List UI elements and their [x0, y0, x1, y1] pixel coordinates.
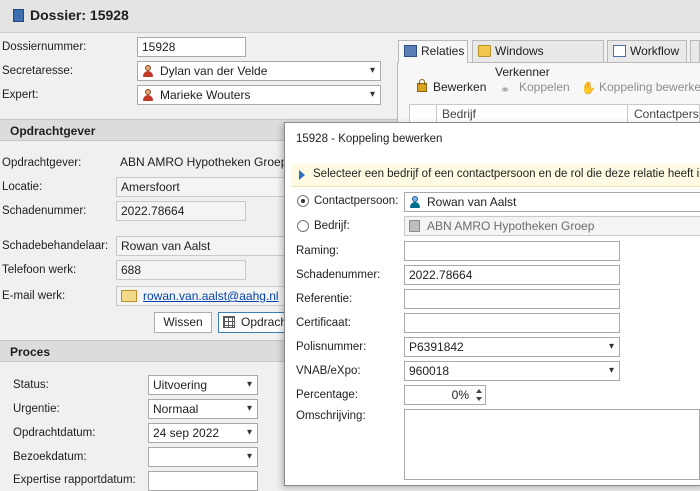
- expert-value: Marieke Wouters: [160, 88, 251, 102]
- contactpersoon-field[interactable]: Rowan van Aalst: [404, 192, 700, 212]
- grid-header: Bedrijf Contactpers: [409, 104, 700, 124]
- schadenummer-label: Schadenummer:: [2, 205, 87, 217]
- title-bar: Dossier: 15928: [0, 0, 700, 33]
- contactpersoon-value: Rowan van Aalst: [427, 195, 517, 209]
- certificaat-field[interactable]: [404, 313, 620, 333]
- opdrachtgever-label: Opdrachtgever:: [2, 157, 82, 169]
- secretaresse-label: Secretaresse:: [2, 65, 73, 77]
- referentie-field[interactable]: [404, 289, 620, 309]
- spin-down-icon[interactable]: [476, 397, 482, 401]
- email-field[interactable]: rowan.van.aalst@aahg.nl: [116, 286, 286, 306]
- contactpersoon-label: Contactpersoon:: [314, 195, 399, 207]
- raming-field[interactable]: [404, 241, 620, 261]
- dossiernummer-field[interactable]: 15928: [137, 37, 246, 57]
- tab-workflow[interactable]: Workflow: [607, 40, 687, 62]
- envelope-icon: [121, 290, 137, 302]
- person-icon: [142, 89, 154, 101]
- behandelaar-label: Schadebehandelaar:: [2, 240, 109, 252]
- col-bedrijf[interactable]: Bedrijf: [442, 107, 476, 121]
- tab-relaties[interactable]: Relaties: [398, 40, 468, 63]
- schadenummer-field[interactable]: 2022.78664: [116, 201, 246, 221]
- workflow-icon: [613, 45, 626, 57]
- email-link[interactable]: rowan.van.aalst@aahg.nl: [143, 287, 279, 305]
- behandelaar-field[interactable]: Rowan van Aalst: [116, 236, 286, 256]
- bedrijf-field[interactable]: ABN AMRO Hypotheken Groep: [404, 216, 700, 236]
- raming-label: Raming:: [296, 245, 339, 257]
- opdrachtdatum-picker[interactable]: 24 sep 2022: [148, 423, 258, 443]
- email-label: E-mail werk:: [2, 290, 66, 302]
- omschrijving-label: Omschrijving:: [296, 410, 366, 422]
- expertise-label: Expertise rapportdatum:: [13, 474, 136, 486]
- tab-windows-verkenner[interactable]: Windows Verkenner: [472, 40, 604, 79]
- omschrijving-textarea[interactable]: [404, 409, 700, 480]
- col-contactpersoon[interactable]: Contactpers: [634, 107, 699, 121]
- link-icon: ⚭: [500, 83, 511, 97]
- tab-workflow-label: Workflow: [630, 44, 680, 58]
- bedrijf-radio[interactable]: [297, 220, 309, 232]
- lock-shackle-icon: [419, 79, 425, 85]
- bezoekdatum-picker[interactable]: [148, 447, 258, 467]
- relations-icon: [404, 45, 417, 57]
- grid-icon: [223, 316, 235, 328]
- certificaat-label: Certificaat:: [296, 317, 351, 329]
- dialog-title: 15928 - Koppeling bewerken: [296, 133, 443, 145]
- expertise-picker[interactable]: [148, 471, 258, 491]
- dialog-info-bar: Selecteer een bedrijf of een contactpers…: [291, 164, 700, 187]
- koppeling-bewerken-label: Koppeling bewerke: [599, 80, 700, 94]
- tab-windows-label: Windows Verkenner: [495, 44, 550, 79]
- schadenummer-label: Schadenummer:: [296, 269, 381, 281]
- schadenummer-field[interactable]: 2022.78664: [404, 265, 620, 285]
- tab-overflow[interactable]: [690, 40, 700, 62]
- dossiernummer-label: Dossiernummer:: [2, 41, 87, 53]
- vnab-select[interactable]: 960018: [404, 361, 620, 381]
- polisnummer-label: Polisnummer:: [296, 341, 367, 353]
- vnab-label: VNAB/eXpo:: [296, 365, 361, 377]
- referentie-label: Referentie:: [296, 293, 353, 305]
- opdracht-label: Opdrach: [241, 315, 288, 329]
- grid-col-divider: [627, 105, 628, 123]
- telefoon-label: Telefoon werk:: [2, 264, 77, 276]
- percentage-spinner[interactable]: [473, 386, 485, 404]
- dialog-info-text: Selecteer een bedrijf of een contactpers…: [313, 168, 700, 180]
- folder-icon: [478, 45, 491, 57]
- locatie-label: Locatie:: [2, 181, 43, 193]
- status-label: Status:: [13, 379, 49, 391]
- koppelen-label: Koppelen: [519, 80, 570, 94]
- building-icon: [409, 220, 420, 232]
- page-title: Dossier: 15928: [30, 7, 129, 23]
- radio-dot: [301, 199, 305, 203]
- person-icon: [142, 65, 154, 77]
- status-select[interactable]: Uitvoering: [148, 375, 258, 395]
- locatie-field[interactable]: Amersfoort: [116, 177, 286, 197]
- grid-header-gutter: [410, 105, 437, 123]
- opdrachtdatum-label: Opdrachtdatum:: [13, 427, 96, 439]
- tab-relaties-label: Relaties: [421, 44, 465, 58]
- urgentie-label: Urgentie:: [13, 403, 60, 415]
- telefoon-field[interactable]: 688: [116, 260, 246, 280]
- percentage-label: Percentage:: [296, 389, 359, 401]
- opdrachtgever-field[interactable]: ABN AMRO Hypotheken Groep: [116, 153, 286, 173]
- contactpersoon-radio[interactable]: [297, 195, 309, 207]
- secretaresse-value: Dylan van der Velde: [160, 64, 268, 78]
- bewerken-label: Bewerken: [433, 80, 487, 94]
- spin-up-icon[interactable]: [476, 389, 482, 393]
- urgentie-select[interactable]: Normaal: [148, 399, 258, 419]
- arrow-right-icon: [299, 170, 305, 180]
- expert-label: Expert:: [2, 89, 39, 101]
- bedrijf-label: Bedrijf:: [314, 220, 350, 232]
- bedrijf-value: ABN AMRO Hypotheken Groep: [427, 219, 595, 233]
- secretaresse-select[interactable]: Dylan van der Velde: [137, 61, 381, 81]
- person-icon: [409, 196, 421, 208]
- bezoekdatum-label: Bezoekdatum:: [13, 451, 87, 463]
- handshake-icon: ✋: [581, 81, 596, 95]
- expert-select[interactable]: Marieke Wouters: [137, 85, 381, 105]
- wissen-button[interactable]: Wissen: [154, 312, 212, 333]
- dossier-icon: [13, 9, 24, 22]
- polisnummer-select[interactable]: P6391842: [404, 337, 620, 357]
